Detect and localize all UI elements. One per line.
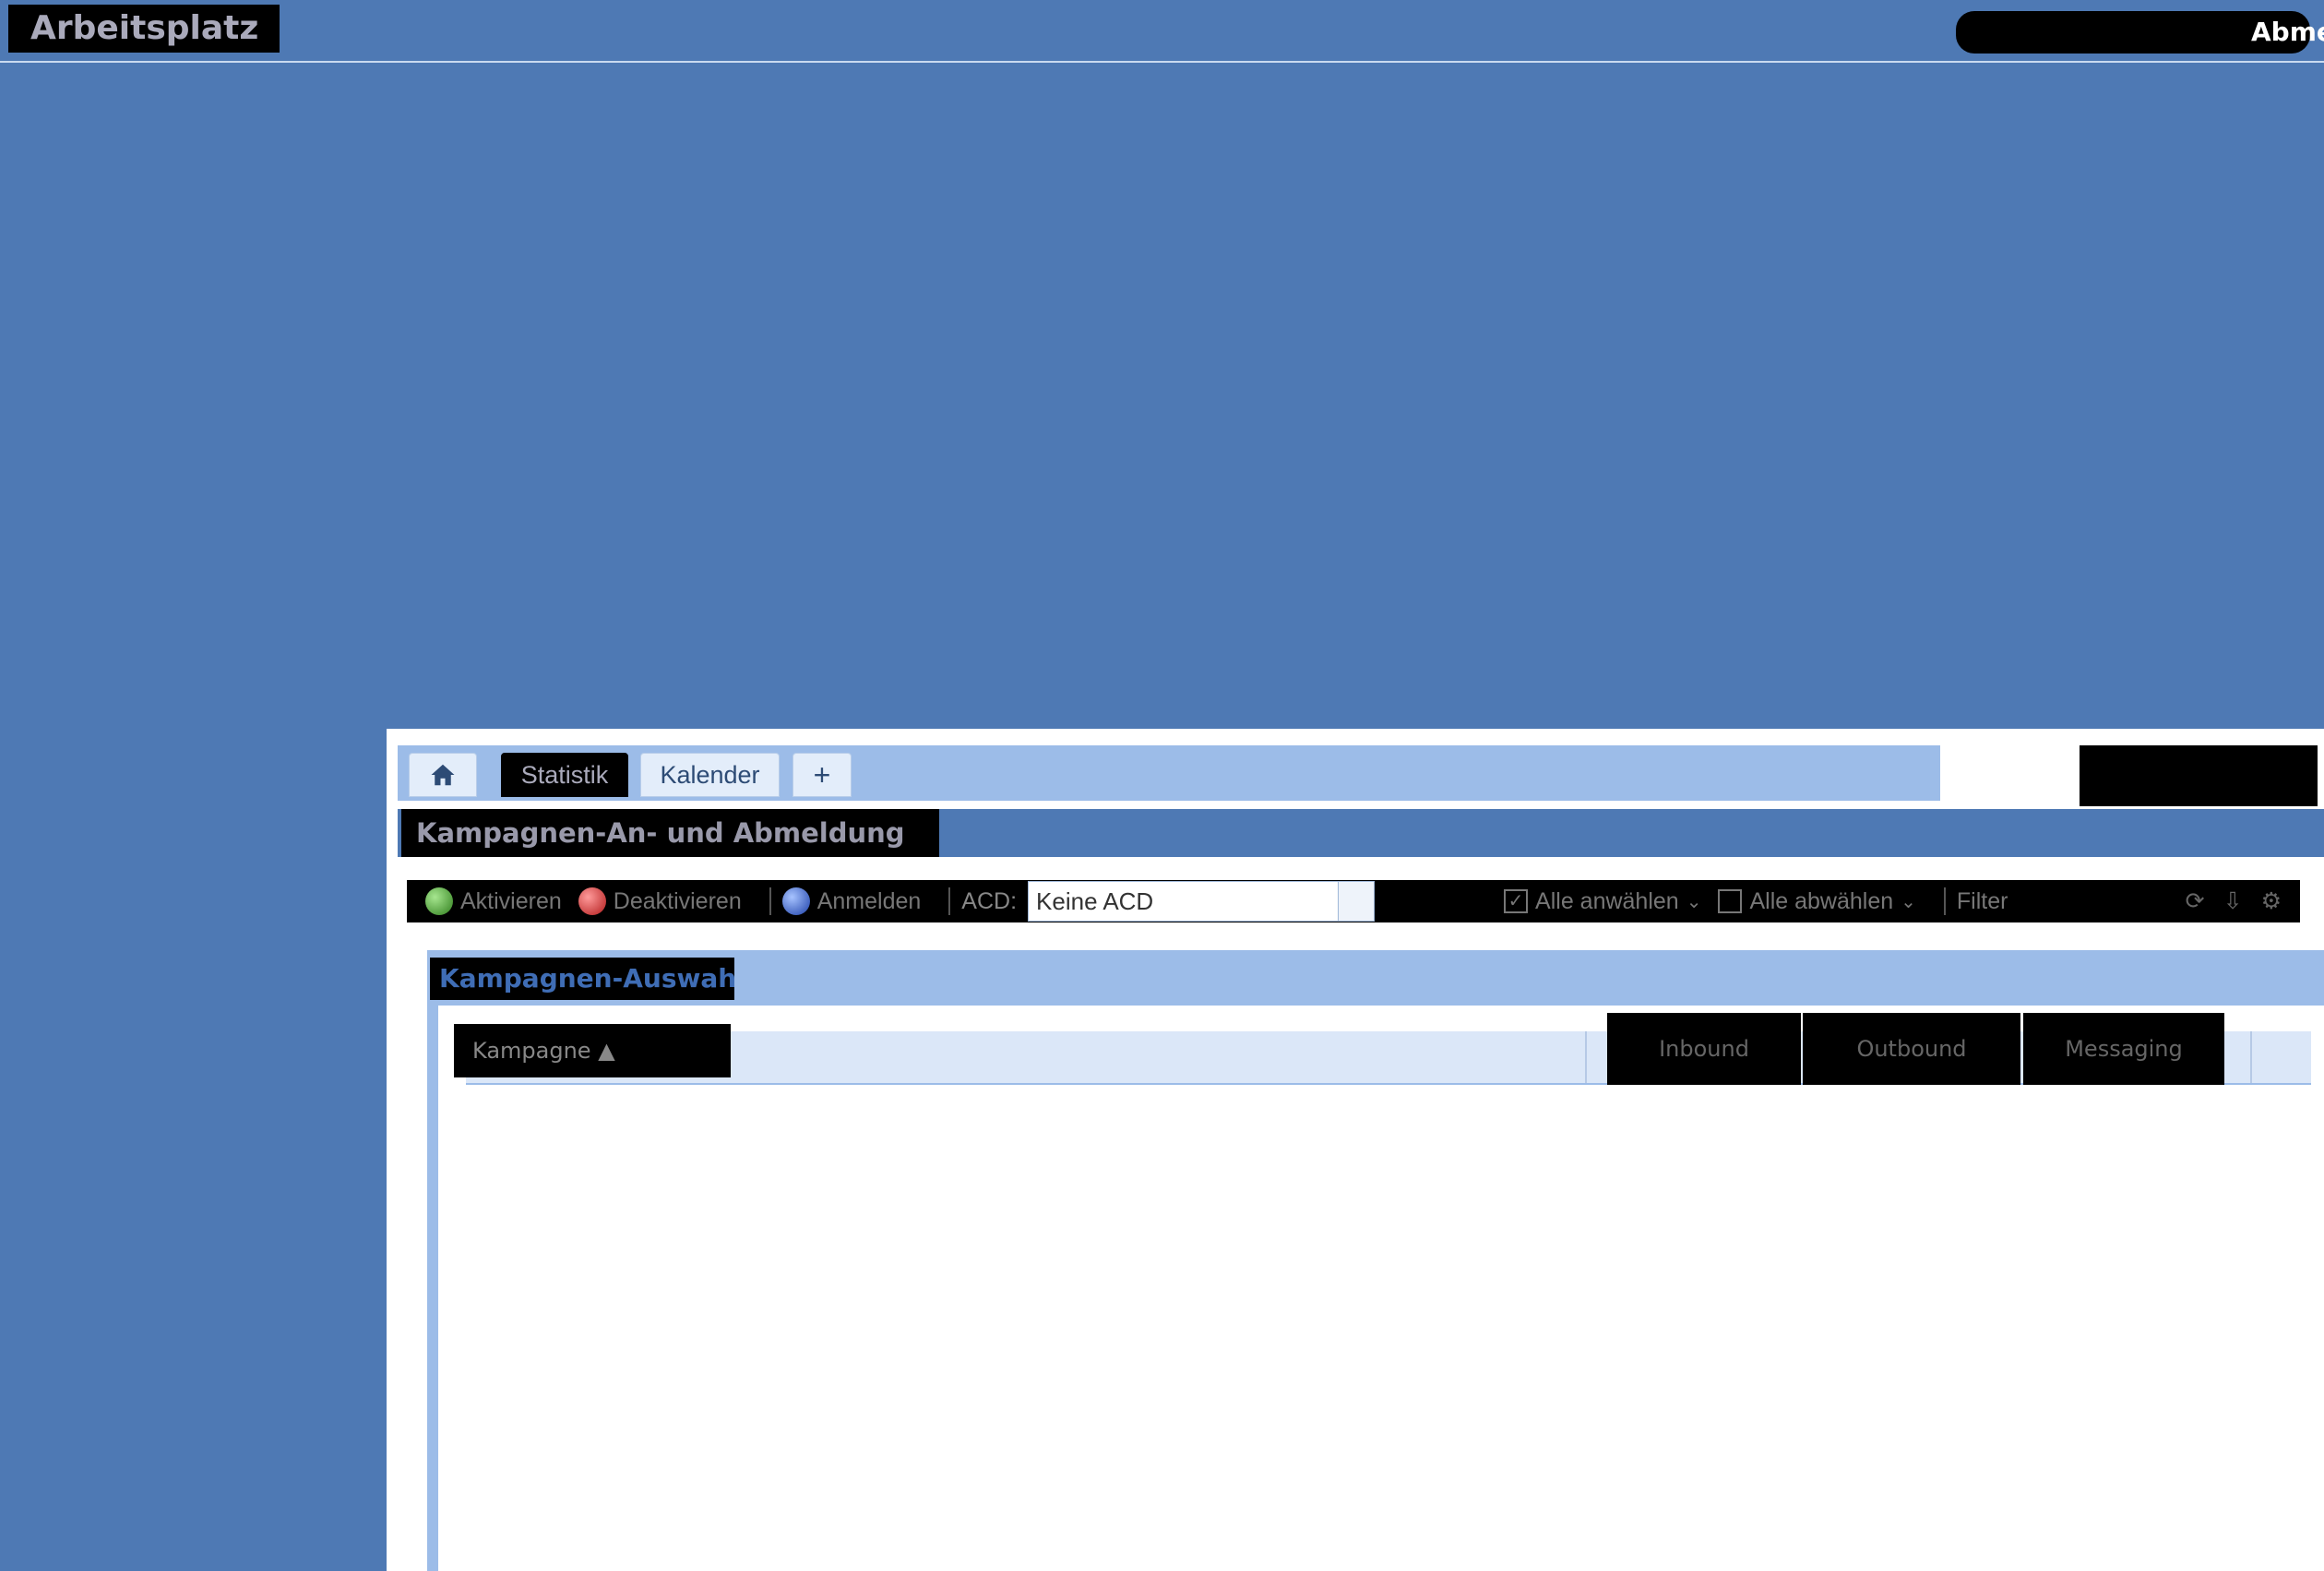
select-all-button[interactable]: ✓ Alle anwählen ⌄ — [1504, 888, 1701, 915]
tab-strip: Statistik Kalender + — [398, 745, 1940, 803]
activate-button[interactable]: Aktivieren — [425, 887, 562, 915]
toolbar: Aktivieren Deaktivieren Anmelden ACD: Ke… — [407, 880, 2300, 922]
select-all-label: Alle anwählen — [1535, 887, 1679, 914]
column-header-outbound[interactable]: Outbound — [1803, 1013, 2020, 1085]
column-header-inbound[interactable]: Inbound — [1607, 1013, 1801, 1085]
home-icon — [431, 764, 455, 786]
app-title: Arbeitsplatz — [8, 5, 280, 53]
toolbar-right-icons: ⟳ ⇩ ⚙ — [2186, 887, 2282, 915]
window-controls-redacted[interactable] — [2080, 745, 2318, 806]
acd-value: Keine ACD — [1036, 887, 1154, 915]
filter-button[interactable]: Filter — [1957, 888, 2008, 915]
deactivate-button[interactable]: Deaktivieren — [578, 887, 742, 915]
login-button[interactable]: Anmelden — [781, 887, 922, 915]
main-window: Statistik Kalender + Kampagnen-An- und A… — [387, 729, 2324, 1571]
deselect-all-label: Alle abwählen — [1749, 887, 1894, 914]
column-header-kampagne[interactable]: Kampagne ▲ — [454, 1024, 731, 1077]
logout-link[interactable]: Abmelden — [2251, 11, 2324, 54]
panel-title: Kampagnen-An- und Abmeldung — [401, 809, 939, 857]
toolbar-separator — [769, 887, 771, 915]
settings-icon[interactable]: ⚙ — [2261, 887, 2282, 915]
chevron-down-icon: ⌄ — [1901, 891, 1916, 912]
activate-label: Aktivieren — [460, 887, 562, 914]
chevron-down-icon[interactable] — [1338, 882, 1375, 921]
activate-icon — [425, 887, 453, 915]
chevron-down-icon: ⌄ — [1686, 891, 1702, 912]
logout-label: Abmelden — [2251, 17, 2324, 47]
column-separator — [1585, 1031, 1587, 1083]
tab-kalender[interactable]: Kalender — [640, 753, 780, 797]
section-title: Kampagnen-Auswahl — [430, 958, 734, 1000]
refresh-icon[interactable]: ⟳ — [2186, 887, 2205, 915]
login-label: Anmelden — [816, 887, 922, 914]
filter-label: Filter — [1956, 887, 2008, 914]
deactivate-label: Deaktivieren — [613, 887, 742, 914]
sort-asc-icon: ▲ — [598, 1038, 615, 1064]
checkbox-empty-icon — [1718, 889, 1743, 913]
campaign-grid-area — [438, 1006, 2324, 1571]
add-tab-button[interactable]: + — [793, 753, 852, 797]
acd-label: ACD: — [961, 887, 1018, 914]
export-icon[interactable]: ⇩ — [2223, 887, 2243, 915]
deactivate-icon — [578, 887, 606, 915]
login-icon — [781, 887, 810, 915]
acd-select[interactable]: Keine ACD — [1028, 881, 1376, 922]
checkbox-checked-icon: ✓ — [1504, 889, 1529, 913]
deselect-all-button[interactable]: Alle abwählen ⌄ — [1718, 887, 1916, 915]
column-header-messaging[interactable]: Messaging — [2023, 1013, 2224, 1085]
toolbar-separator — [1943, 887, 1946, 915]
column-header-label: Kampagne — [472, 1038, 591, 1064]
tab-home[interactable] — [409, 753, 477, 797]
tab-statistik[interactable]: Statistik — [501, 753, 628, 797]
column-separator — [2250, 1031, 2252, 1083]
toolbar-separator — [948, 887, 951, 915]
